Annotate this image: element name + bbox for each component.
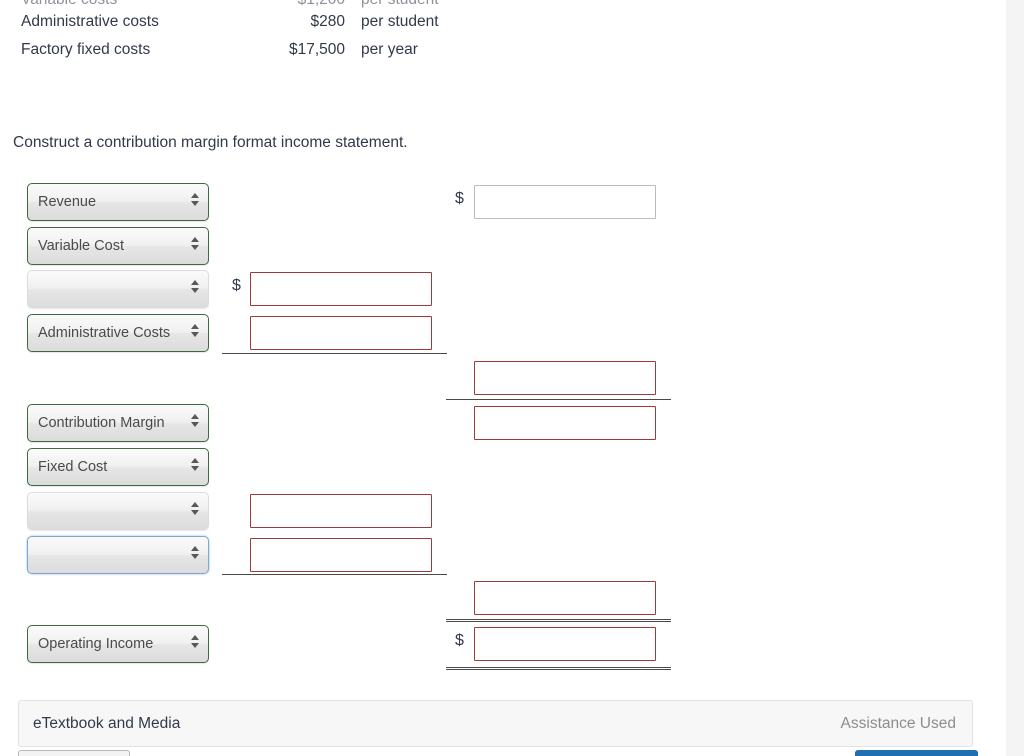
assignment-page: Variable costs $1,200 per student Admini… [0,0,1006,756]
chevron-updown-icon [190,280,199,300]
chevron-updown-icon [190,237,199,257]
screen: Variable costs $1,200 per student Admini… [0,0,1024,756]
statement-row-fixed-cost-header: Fixed Cost [0,445,1006,489]
given-amount: $17,500 [288,41,345,58]
input-total-fixed-cost[interactable] [474,581,656,615]
select-variable-cost-line-1[interactable] [27,270,209,308]
chevron-updown-icon [190,546,199,566]
select-fixed-cost[interactable]: Fixed Cost [27,448,209,486]
select-contribution-margin[interactable]: Contribution Margin [27,404,209,442]
clipped-given-row: Variable costs $1,200 per student [0,0,1006,8]
contribution-margin-select-wrap[interactable]: Contribution Margin [27,404,209,442]
statement-row-variable-cost-line-1: $ [0,267,1006,311]
input-total-variable-cost[interactable] [474,361,656,395]
given-label: Administrative costs [21,13,159,30]
chevron-updown-icon [190,458,199,478]
given-unit: per year [361,41,418,58]
fixed-cost-line-2-select-wrap[interactable] [27,536,209,574]
chevron-updown-icon [190,502,199,522]
total-rule-operating-income [446,667,671,670]
dollar-sign-revenue: $ [455,190,464,207]
statement-row-fixed-cost-line-2 [0,533,1006,577]
select-revenue[interactable]: Revenue [27,183,209,221]
subtotal-rule-total-variable-cost [446,399,671,400]
select-fixed-cost-line-1[interactable] [27,492,209,530]
statement-row-contribution-margin: Contribution Margin [0,401,1006,445]
revenue-select-wrap[interactable]: Revenue [27,183,209,221]
clipped-fact-unit: per student [361,0,439,8]
input-fixed-cost-line-1[interactable] [250,494,432,528]
input-fixed-cost-line-2[interactable] [250,538,432,572]
select-revenue-label: Revenue [38,194,97,210]
input-operating-income[interactable] [474,627,656,661]
etextbook-media-bar: eTextbook and Media Assistance Used [18,700,973,747]
statement-row-revenue: Revenue $ [0,180,1006,224]
clipped-fact-label: Variable costs [21,0,117,8]
subtotal-rule-fixed-cost [222,574,447,575]
input-variable-cost-line-1[interactable] [250,272,432,306]
question-prompt: Construct a contribution margin format i… [13,134,408,151]
clipped-fact-amount: $1,200 [215,0,345,8]
chevron-updown-icon [190,324,199,344]
statement-row-operating-income: Operating Income $ [0,622,1006,666]
submit-answer-button-clip: Submit Answer [855,750,980,756]
given-label: Factory fixed costs [21,41,151,58]
chevron-updown-icon [190,193,199,213]
input-administrative-costs[interactable] [250,316,432,350]
operating-income-select-wrap[interactable]: Operating Income [27,625,209,663]
input-revenue-amount[interactable] [474,185,656,219]
given-unit: per student [361,13,439,30]
select-fixed-cost-label: Fixed Cost [38,459,108,475]
administrative-costs-select-wrap[interactable]: Administrative Costs [27,314,209,352]
statement-row-total-variable-cost [0,356,1006,400]
select-variable-cost-label: Variable Cost [38,238,124,254]
chevron-updown-icon [190,635,199,655]
select-operating-income-label: Operating Income [38,636,154,652]
dollar-sign-variable-cost-line-1: $ [232,277,241,294]
given-amount: $280 [310,13,345,30]
variable-cost-line-1-select-wrap[interactable] [27,270,209,308]
select-administrative-costs[interactable]: Administrative Costs [27,314,209,352]
chevron-updown-icon [190,414,199,434]
etextbook-and-media-link[interactable]: eTextbook and Media [33,701,180,746]
statement-row-fixed-cost-line-1 [0,489,1006,533]
dollar-sign-operating-income: $ [455,632,464,649]
statement-row-administrative-costs: Administrative Costs [0,311,1006,355]
assistance-used-label: Assistance Used [840,715,956,732]
select-administrative-costs-label: Administrative Costs [38,325,171,341]
save-for-later-button-clip: Save for Later [18,750,132,756]
select-operating-income[interactable]: Operating Income [27,625,209,663]
select-variable-cost[interactable]: Variable Cost [27,227,209,265]
page-gutter [1006,0,1024,756]
select-contribution-margin-label: Contribution Margin [38,415,165,431]
save-for-later-button[interactable]: Save for Later [18,750,130,756]
variable-cost-select-wrap[interactable]: Variable Cost [27,227,209,265]
statement-row-variable-cost-header: Variable Cost [0,224,1006,268]
fixed-cost-select-wrap[interactable]: Fixed Cost [27,448,209,486]
subtotal-rule-variable-cost [222,353,447,354]
select-fixed-cost-line-2[interactable] [27,536,209,574]
input-contribution-margin[interactable] [474,406,656,440]
statement-row-total-fixed-cost [0,576,1006,620]
fixed-cost-line-1-select-wrap[interactable] [27,492,209,530]
submit-answer-button[interactable]: Submit Answer [855,750,978,756]
